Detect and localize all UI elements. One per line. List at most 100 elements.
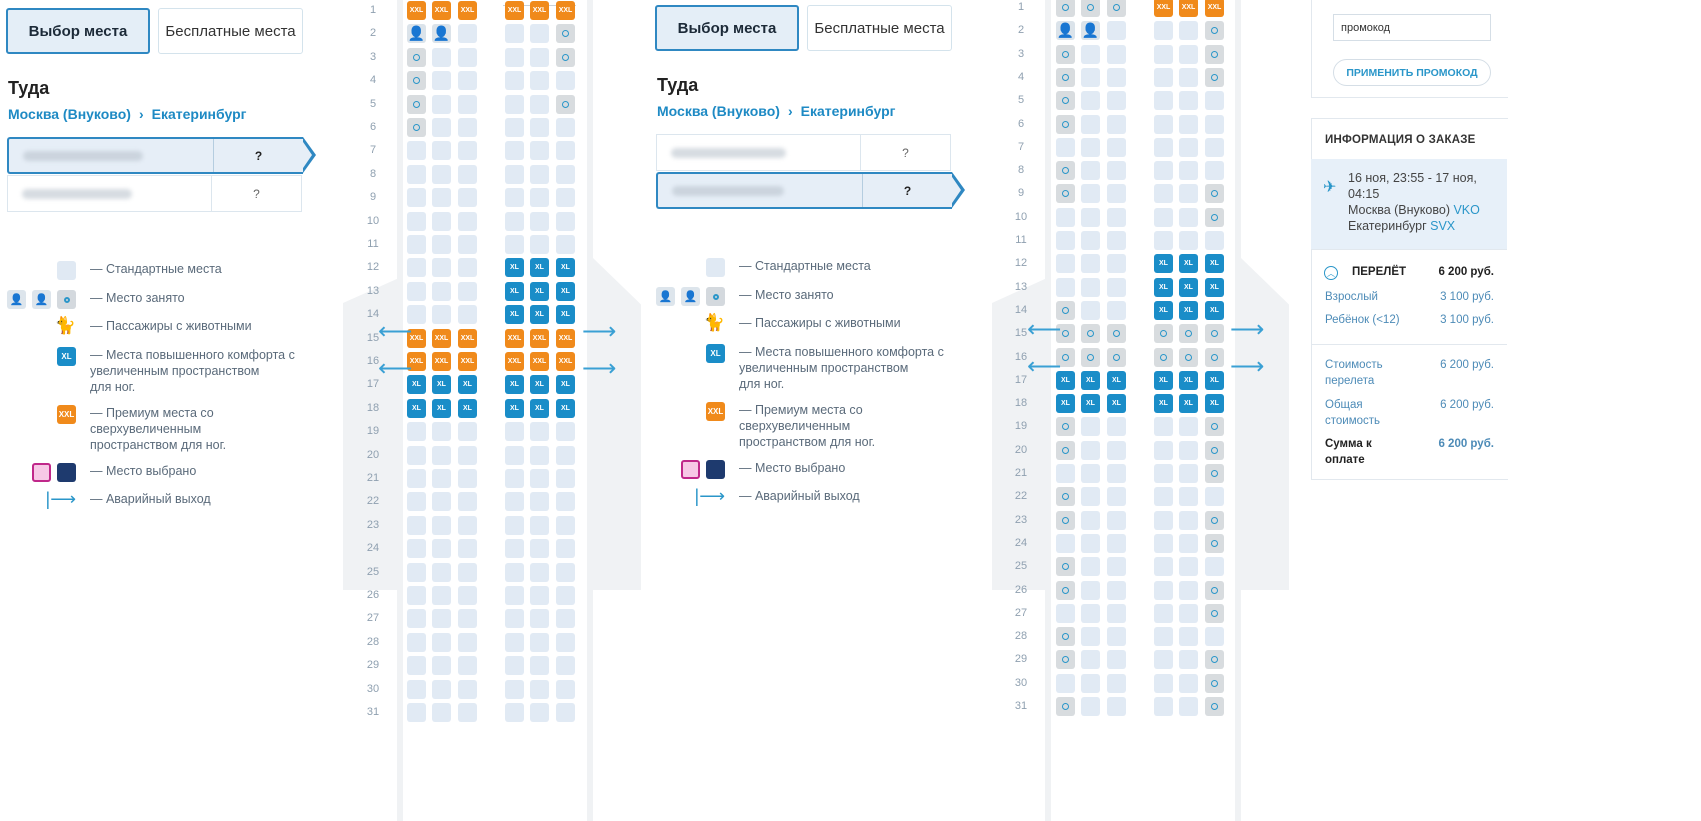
seat[interactable]	[1179, 137, 1198, 157]
seat[interactable]: XXL	[432, 328, 451, 348]
seat[interactable]	[556, 609, 575, 629]
seat[interactable]	[530, 94, 549, 114]
seat[interactable]	[407, 679, 426, 699]
seat[interactable]	[407, 469, 426, 488]
seat[interactable]	[1107, 487, 1126, 507]
seat[interactable]	[458, 235, 477, 254]
seat[interactable]	[407, 703, 426, 722]
seat[interactable]	[1154, 67, 1173, 87]
seat[interactable]: XL	[505, 281, 524, 301]
seat[interactable]	[1154, 21, 1173, 41]
seat[interactable]	[505, 47, 524, 67]
seat[interactable]: XXL	[556, 328, 575, 348]
seat[interactable]	[1107, 231, 1126, 250]
seat[interactable]	[530, 188, 549, 208]
seat[interactable]	[1081, 673, 1100, 693]
seat[interactable]: XL	[1205, 254, 1224, 274]
collapse-icon[interactable]: ︿	[1324, 266, 1338, 280]
seat[interactable]	[1179, 487, 1198, 507]
seat[interactable]	[1179, 184, 1198, 204]
seat[interactable]	[1107, 603, 1126, 623]
seat[interactable]	[432, 609, 451, 629]
seat[interactable]	[1179, 533, 1198, 553]
seat[interactable]	[458, 281, 477, 301]
seat[interactable]	[432, 469, 451, 488]
seat[interactable]	[530, 679, 549, 699]
seat[interactable]	[432, 703, 451, 722]
seat[interactable]	[458, 656, 477, 676]
seat[interactable]	[1205, 91, 1224, 111]
apply-promo-button[interactable]: ПРИМЕНИТЬ ПРОМОКОД	[1333, 59, 1491, 86]
seat[interactable]	[1081, 603, 1100, 623]
seat[interactable]	[505, 188, 524, 208]
seat[interactable]	[1154, 627, 1173, 647]
seat[interactable]	[1081, 91, 1100, 111]
seat[interactable]	[432, 71, 451, 91]
seat[interactable]: XXL	[530, 352, 549, 371]
seat[interactable]	[505, 118, 524, 137]
seat[interactable]	[1081, 557, 1100, 577]
seat[interactable]	[1154, 603, 1173, 623]
seat[interactable]	[1154, 137, 1173, 157]
seat[interactable]: XXL	[530, 328, 549, 348]
seat[interactable]	[432, 656, 451, 676]
seat[interactable]	[1081, 627, 1100, 647]
seat[interactable]	[505, 656, 524, 676]
seat[interactable]	[1056, 464, 1075, 483]
seat[interactable]	[1081, 533, 1100, 553]
seat[interactable]	[407, 445, 426, 465]
seat[interactable]	[1081, 300, 1100, 320]
passenger-row[interactable]: ?	[656, 172, 965, 209]
seat[interactable]	[432, 118, 451, 137]
seat[interactable]	[1179, 580, 1198, 600]
seat[interactable]: XL	[556, 258, 575, 278]
seat[interactable]	[1179, 464, 1198, 483]
seat[interactable]	[1205, 137, 1224, 157]
seat[interactable]: XL	[1154, 370, 1173, 390]
seat[interactable]	[1107, 557, 1126, 577]
seat[interactable]: XL	[505, 375, 524, 395]
seat[interactable]	[1081, 161, 1100, 181]
seat[interactable]	[1154, 557, 1173, 577]
tab-seat-select[interactable]: Выбор места	[6, 8, 150, 54]
seat[interactable]	[1081, 207, 1100, 227]
seat[interactable]	[530, 24, 549, 44]
seat[interactable]	[407, 211, 426, 231]
seat[interactable]: XL	[1179, 300, 1198, 320]
seat[interactable]	[1154, 207, 1173, 227]
seat[interactable]	[1107, 21, 1126, 41]
seat[interactable]: XL	[505, 305, 524, 325]
seat[interactable]	[1179, 114, 1198, 134]
seat[interactable]	[1154, 533, 1173, 553]
seat[interactable]: XL	[1179, 394, 1198, 414]
seat[interactable]: XL	[556, 305, 575, 325]
seat[interactable]	[556, 562, 575, 582]
seat[interactable]	[530, 656, 549, 676]
seat[interactable]	[432, 47, 451, 67]
seat[interactable]	[530, 71, 549, 91]
seat[interactable]	[505, 24, 524, 44]
seat[interactable]	[1154, 673, 1173, 693]
seat[interactable]	[432, 515, 451, 535]
seat[interactable]	[556, 679, 575, 699]
seat[interactable]	[432, 305, 451, 325]
seat[interactable]	[458, 422, 477, 442]
seat[interactable]	[1179, 67, 1198, 87]
seat[interactable]: XXL	[556, 1, 575, 20]
seat[interactable]	[1056, 533, 1075, 553]
seat[interactable]	[556, 492, 575, 512]
seat[interactable]	[1081, 44, 1100, 64]
seat[interactable]	[530, 632, 549, 652]
seat[interactable]: XL	[530, 258, 549, 278]
seat[interactable]	[407, 562, 426, 582]
seat[interactable]	[1107, 697, 1126, 716]
seat[interactable]	[556, 515, 575, 535]
seat[interactable]: XL	[1154, 300, 1173, 320]
seat[interactable]	[458, 445, 477, 465]
seat[interactable]	[1056, 673, 1075, 693]
seat[interactable]: XL	[1107, 394, 1126, 414]
seat[interactable]	[1107, 137, 1126, 157]
seat[interactable]	[1081, 184, 1100, 204]
seat[interactable]	[432, 422, 451, 442]
seat[interactable]	[1056, 231, 1075, 250]
